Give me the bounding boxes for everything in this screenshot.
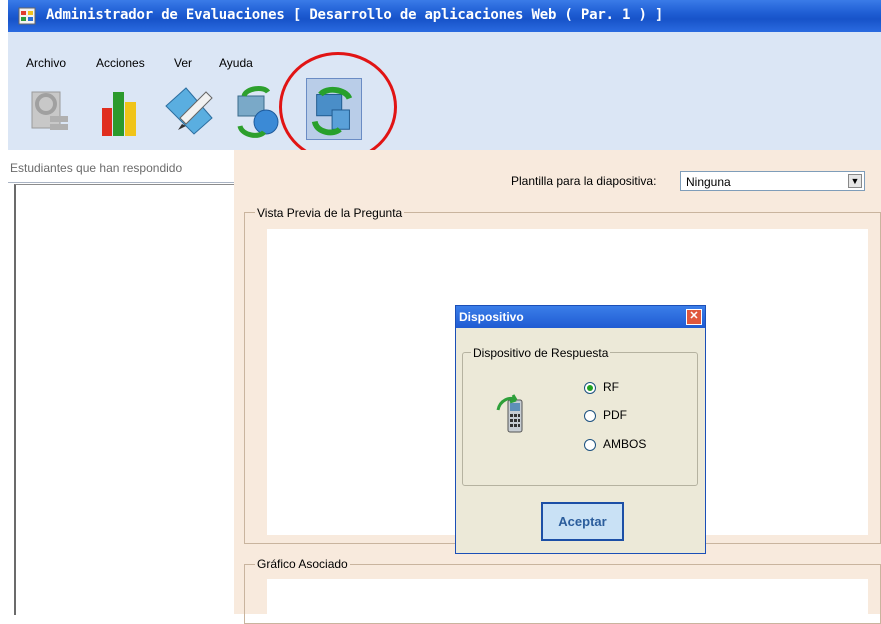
handheld-device-icon (496, 394, 523, 433)
edit-button[interactable] (160, 78, 216, 140)
menu-acciones[interactable]: Acciones (96, 56, 145, 70)
device-dialog: Dispositivo ✕ Dispositivo de Respuesta R… (455, 305, 706, 554)
students-panel-title: Estudiantes que han respondido (10, 161, 183, 175)
chart-button[interactable] (92, 78, 148, 140)
radio-pdf-label: PDF (603, 408, 627, 422)
app-icon (18, 7, 36, 25)
close-icon[interactable]: ✕ (686, 309, 702, 325)
template-select[interactable]: Ninguna ▼ (680, 171, 865, 191)
students-list[interactable] (14, 184, 234, 615)
radio-rf-button[interactable] (584, 381, 596, 394)
students-panel-header: Estudiantes que han respondido (8, 150, 234, 183)
globe-sync-button[interactable] (230, 78, 286, 140)
radio-ambos-label: AMBOS (603, 437, 647, 451)
dialog-title: Dispositivo (459, 310, 524, 324)
template-label: Plantilla para la diapositiva: (511, 174, 657, 188)
globe-sync-icon (237, 86, 279, 138)
search-report-button[interactable] (22, 78, 78, 140)
radio-pdf[interactable]: PDF (584, 408, 627, 422)
highlight-circle (279, 52, 397, 162)
chevron-down-icon[interactable]: ▼ (848, 174, 862, 188)
accept-button[interactable]: Aceptar (541, 502, 624, 541)
menu-bar: Archivo Acciones Ver Ayuda (8, 32, 881, 74)
menu-ayuda[interactable]: Ayuda (219, 56, 253, 70)
menu-ver[interactable]: Ver (174, 56, 192, 70)
toolbar (8, 74, 881, 150)
preview-title: Vista Previa de la Pregunta (255, 206, 405, 220)
radio-ambos[interactable]: AMBOS (584, 437, 646, 451)
edit-pen-icon (165, 87, 213, 135)
chart-title: Gráfico Asociado (255, 557, 350, 571)
window-title: Administrador de Evaluaciones [ Desarrol… (46, 7, 664, 23)
students-panel: Estudiantes que han respondido (8, 150, 234, 615)
window-titlebar: Administrador de Evaluaciones [ Desarrol… (8, 0, 881, 32)
radio-pdf-button[interactable] (584, 409, 596, 422)
search-report-icon (31, 91, 68, 130)
radio-rf-label: RF (603, 380, 619, 394)
menu-archivo[interactable]: Archivo (26, 56, 66, 70)
radio-rf[interactable]: RF (584, 380, 619, 394)
chart-area (267, 579, 868, 614)
dialog-titlebar: Dispositivo ✕ (456, 306, 705, 328)
response-device-title: Dispositivo de Respuesta (471, 346, 611, 360)
template-select-value: Ninguna (686, 175, 731, 189)
bar-chart-icon (102, 92, 136, 136)
radio-ambos-button[interactable] (584, 438, 596, 451)
